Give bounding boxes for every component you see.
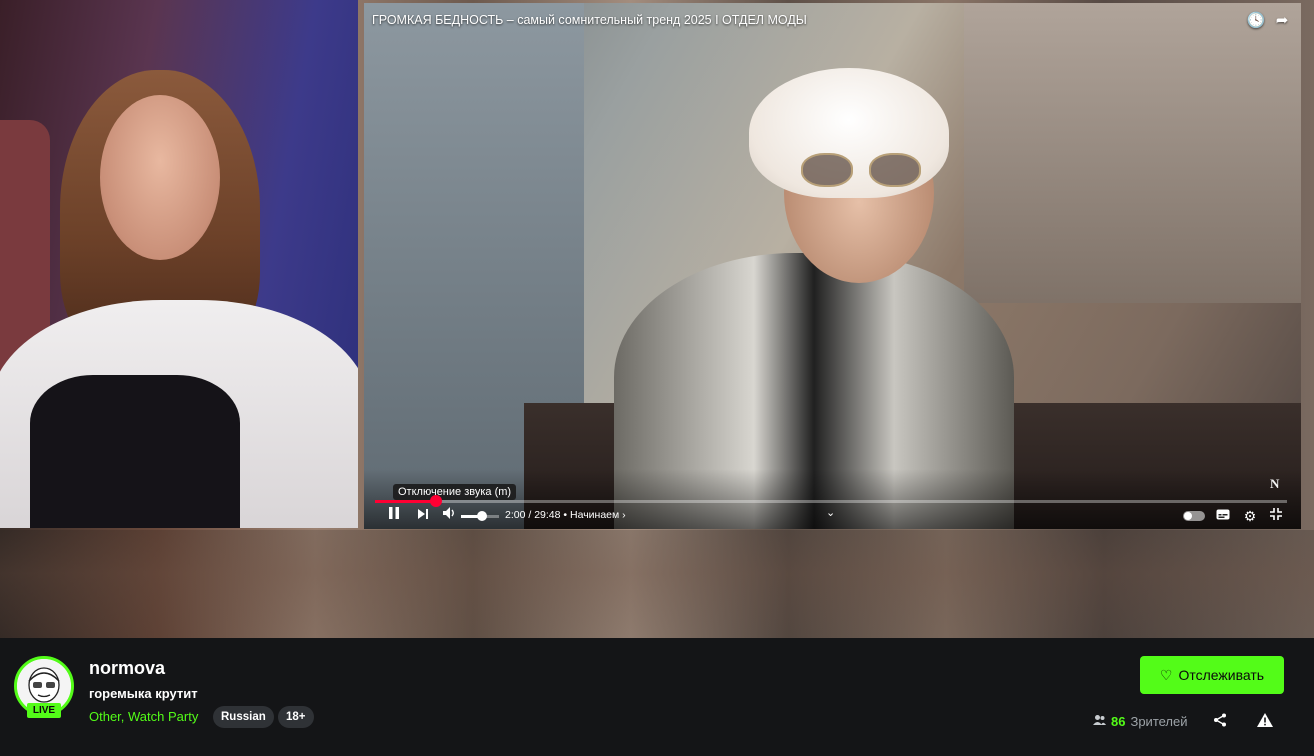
webcam-face [100, 95, 220, 260]
follow-button[interactable]: ♡ Отслеживать [1140, 656, 1284, 694]
progress-bar[interactable] [375, 495, 1287, 507]
category-link[interactable]: Other, Watch Party [89, 709, 198, 724]
volume-knob[interactable] [476, 511, 487, 521]
chapter-title[interactable]: Начинаем [570, 509, 619, 521]
users-icon [1093, 714, 1106, 729]
video-person-glasses [801, 153, 921, 189]
heart-icon: ♡ [1159, 666, 1173, 683]
time-current: 2:00 [505, 509, 526, 521]
timecode[interactable]: 2:00 / 29:48 • Начинаем › [505, 509, 626, 521]
tag-age-rating[interactable]: 18+ [278, 706, 314, 728]
chapter-arrow-icon[interactable]: › [622, 509, 626, 521]
stream-view: ГРОМКАЯ БЕДНОСТЬ – самый сомнительный тр… [0, 0, 1314, 638]
viewer-label: Зрителей [1130, 714, 1188, 729]
channel-name[interactable]: normova [89, 658, 165, 679]
report-warning-icon[interactable] [1255, 713, 1275, 733]
chapter-separator: • [560, 509, 570, 521]
live-badge: LIVE [27, 703, 61, 718]
video-title[interactable]: ГРОМКАЯ БЕДНОСТЬ – самый сомнительный тр… [372, 13, 807, 27]
next-icon[interactable] [412, 506, 434, 526]
volume-icon[interactable] [438, 506, 460, 526]
stream-title: горемыка крутит [89, 686, 198, 701]
time-total: 29:48 [534, 509, 561, 521]
webcam-vest [30, 375, 240, 528]
video-building-right [964, 3, 1301, 303]
mute-tooltip: Отключение звука (m) [393, 484, 517, 500]
clock-icon[interactable]: 🕓 [1246, 11, 1266, 31]
viewer-number: 86 [1111, 714, 1126, 729]
volume-slider[interactable] [461, 511, 499, 521]
pause-icon[interactable] [383, 506, 405, 526]
share-arrow-icon[interactable]: ➦ [1272, 11, 1292, 31]
autoplay-toggle[interactable] [1183, 511, 1205, 521]
viewer-count: 86 Зрителей [1093, 714, 1188, 729]
embedded-video-player[interactable]: ГРОМКАЯ БЕДНОСТЬ – самый сомнительный тр… [364, 3, 1301, 529]
webcam-feed [0, 0, 358, 528]
time-separator: / [525, 509, 535, 521]
chevron-down-icon[interactable]: ⌄ [826, 506, 835, 519]
gear-icon[interactable]: ⚙ [1240, 506, 1260, 526]
tag-language[interactable]: Russian [213, 706, 274, 728]
channel-info-bar: LIVE normova горемыка крутит Other, Watc… [0, 638, 1314, 756]
share-icon[interactable] [1210, 713, 1230, 733]
exit-fullscreen-icon[interactable] [1266, 506, 1286, 526]
follow-label: Отслеживать [1178, 667, 1265, 683]
channel-watermark: N [1270, 476, 1280, 491]
subtitles-icon[interactable] [1213, 506, 1233, 526]
progress-played [375, 500, 437, 503]
